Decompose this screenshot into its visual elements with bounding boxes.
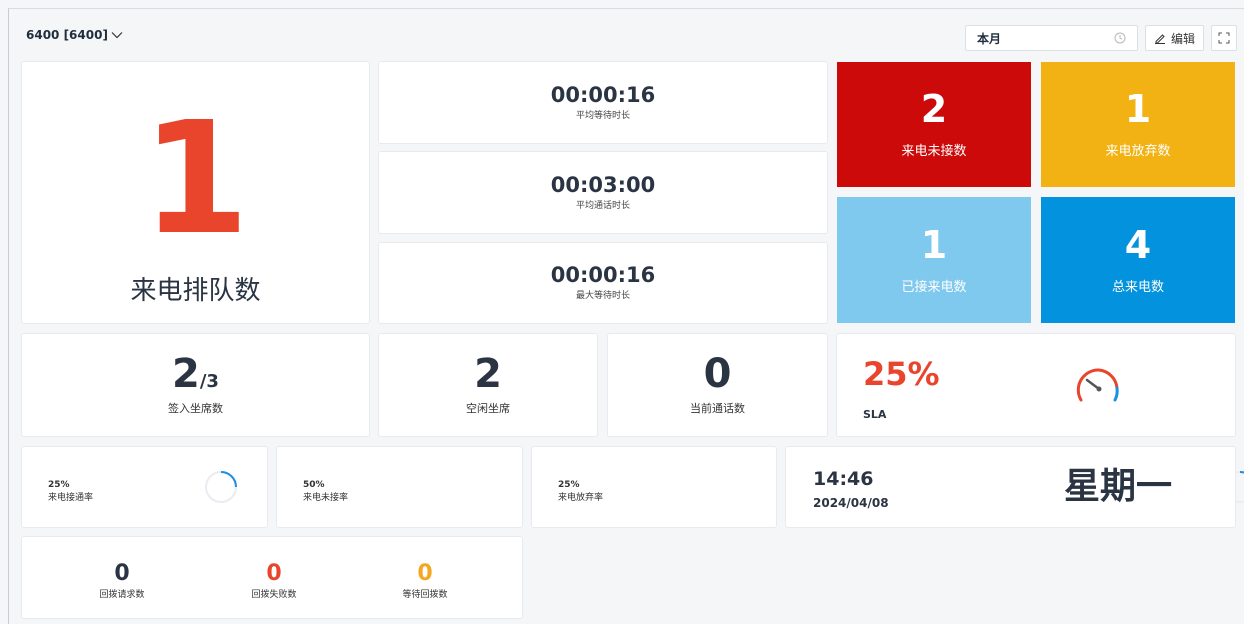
avg-talk-label: 平均通话时长 [575, 200, 630, 211]
answer-rate-ring [205, 471, 237, 503]
active-calls-card: 0 当前通话数 [608, 334, 827, 436]
signed-in-agents-card: 2 /3 签入坐席数 [22, 334, 369, 436]
queued-calls-label: 来电排队数 [130, 275, 261, 306]
idle-agents-card: 2 空闲坐席 [379, 334, 597, 436]
abandoned-calls-value: 1 [1124, 87, 1152, 131]
queued-calls-value: 1 [141, 87, 250, 269]
sla-card: 25% SLA [837, 334, 1235, 436]
signed-in-agents-figure: 2 /3 [172, 354, 219, 394]
idle-agents-label: 空闲坐席 [466, 402, 510, 415]
abandoned-calls-label: 来电放弃数 [1105, 144, 1171, 159]
missed-calls-tile: 2 来电未接数 [837, 62, 1031, 187]
clock-time: 14:46 [813, 468, 874, 490]
answer-rate-value: 25% [48, 480, 70, 490]
abandoned-calls-tile: 1 来电放弃数 [1041, 62, 1235, 187]
callback-failures: 0 回拨失败数 [234, 561, 314, 601]
sla-label: SLA [863, 408, 887, 421]
period-select-value: 本月 [977, 31, 1002, 46]
active-calls-label: 当前通话数 [690, 402, 745, 415]
answered-calls-tile: 1 已接来电数 [837, 197, 1031, 323]
queue-selector-label: 6400 [6400] [26, 28, 108, 42]
signed-in-agents-value: 2 [172, 351, 200, 397]
edit-button-label: 编辑 [1170, 31, 1195, 46]
total-calls-value: 4 [1124, 222, 1152, 267]
avg-wait-label: 平均等待时长 [575, 110, 630, 121]
answered-calls-value: 1 [920, 222, 948, 267]
idle-agents-value: 2 [474, 351, 502, 397]
callback-failures-label: 回拨失败数 [251, 590, 297, 600]
speedometer-icon [1076, 368, 1119, 402]
chevron-down-icon [111, 32, 123, 39]
abandon-rate-card: 25% 来电放弃率 [532, 447, 1244, 527]
pencil-icon [1154, 34, 1165, 44]
abandon-rate-label: 来电放弃率 [558, 493, 604, 503]
callbacks-card: 0 回拨请求数 0 回拨失败数 0 等待回拨数 [22, 537, 522, 618]
avg-talk-value: 00:03:00 [550, 172, 656, 197]
active-calls-value: 0 [703, 351, 732, 397]
avg-talk-card: 00:03:00 平均通话时长 [379, 152, 827, 233]
abandon-rate-value: 25% [558, 480, 580, 490]
fullscreen-icon [1218, 32, 1230, 44]
total-calls-tile: 4 总来电数 [1041, 197, 1235, 323]
avg-wait-value: 00:00:16 [550, 82, 656, 107]
miss-rate-label: 来电未接率 [303, 493, 349, 503]
edit-button[interactable]: 编辑 [1145, 25, 1204, 51]
callback-failures-value: 0 [266, 561, 282, 586]
max-wait-card: 00:00:16 最大等待时长 [379, 243, 827, 323]
missed-calls-label: 来电未接数 [901, 144, 967, 159]
avg-wait-card: 00:00:16 平均等待时长 [379, 62, 827, 143]
callback-pending: 0 等待回拨数 [385, 561, 465, 601]
answer-rate-label: 来电接通率 [48, 493, 94, 503]
callback-requests: 0 回拨请求数 [82, 561, 162, 601]
callback-pending-value: 0 [417, 561, 433, 586]
miss-rate-value: 50% [303, 480, 325, 490]
period-select[interactable]: 本月 [965, 25, 1138, 51]
miss-rate-card: 50% 来电未接率 [277, 447, 747, 527]
signed-in-agents-total: /3 [199, 371, 219, 392]
max-wait-label: 最大等待时长 [575, 291, 630, 301]
total-calls-label: 总来电数 [1111, 279, 1164, 295]
clock-date: 2024/04/08 [813, 496, 889, 510]
clock-icon [1114, 32, 1126, 44]
clock-weekday: 星期一 [1064, 466, 1173, 507]
callback-requests-value: 0 [114, 561, 130, 586]
callback-requests-label: 回拨请求数 [99, 590, 145, 600]
queued-calls-card: 1 来电排队数 [22, 62, 369, 323]
callback-pending-label: 等待回拨数 [402, 590, 448, 600]
clock-card: 14:46 2024/04/08 星期一 [786, 447, 1235, 527]
signed-in-agents-label: 签入坐席数 [168, 402, 223, 415]
missed-calls-value: 2 [920, 87, 948, 131]
answer-rate-card: 25% 来电接通率 [22, 447, 267, 527]
fullscreen-button[interactable] [1211, 25, 1237, 51]
queue-selector[interactable]: 6400 [6400] [26, 28, 123, 42]
sla-value: 25% [863, 355, 940, 393]
answered-calls-label: 已接来电数 [901, 279, 967, 295]
max-wait-value: 00:00:16 [550, 263, 656, 287]
